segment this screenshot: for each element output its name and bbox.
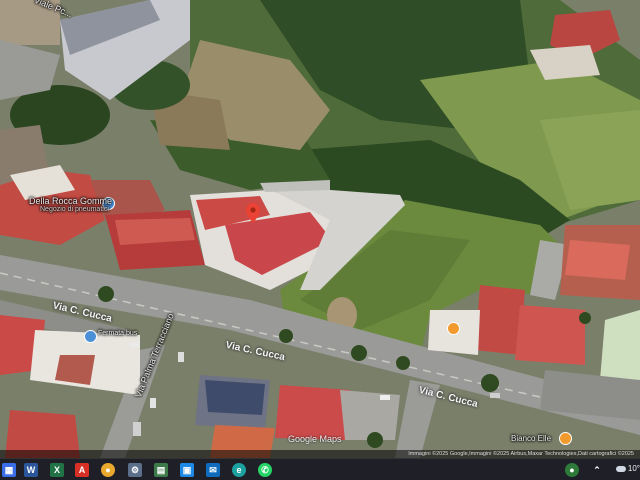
acrobat-icon[interactable]: A [75,463,89,477]
bus-stop-icon[interactable] [84,330,97,343]
windows-start-icon[interactable]: ▦ [2,463,16,477]
map-attribution: Immagini ©2025 Google,Immagini ©2025 Air… [0,450,640,458]
location-pin-icon[interactable] [246,203,260,223]
poi-label-della-rocca-gomme[interactable]: Della Rocca Gomme [29,196,112,206]
tray-icon[interactable]: ● [565,463,579,477]
whatsapp-icon[interactable]: ✆ [258,463,272,477]
shop-icon[interactable] [559,432,572,445]
poi-label-bianco-elle[interactable]: Bianco Elle [511,434,551,443]
poi-label-stop[interactable]: Fermata bus [98,330,137,337]
mail-icon[interactable]: ✉ [206,463,220,477]
weather-temp: 10° [627,464,640,473]
google-maps-watermark: Google Maps [288,434,342,444]
taskbar: ▦ W X A ● ⚙ ▤ ▣ ✉ e ✆ ● ⌃ 10° [0,458,640,480]
chrome-icon[interactable]: ● [101,463,115,477]
edge-icon[interactable]: e [232,463,246,477]
poi-sublabel: Negozio di pneumatici [40,206,109,213]
screen: Via C. Cucca Via C. Cucca Via C. Cucca V… [0,0,640,480]
shop-icon[interactable] [447,322,460,335]
excel-icon[interactable]: X [50,463,64,477]
satellite-imagery [0,0,640,458]
photos-icon[interactable]: ▣ [180,463,194,477]
tray-arrow-icon[interactable]: ⌃ [590,463,604,477]
calculator-icon[interactable]: ▤ [154,463,168,477]
word-icon[interactable]: W [24,463,38,477]
tool-icon[interactable]: ⚙ [128,463,142,477]
weather-widget[interactable]: 10° [615,464,640,473]
cloud-icon [615,465,626,472]
satellite-map[interactable]: Via C. Cucca Via C. Cucca Via C. Cucca V… [0,0,640,458]
